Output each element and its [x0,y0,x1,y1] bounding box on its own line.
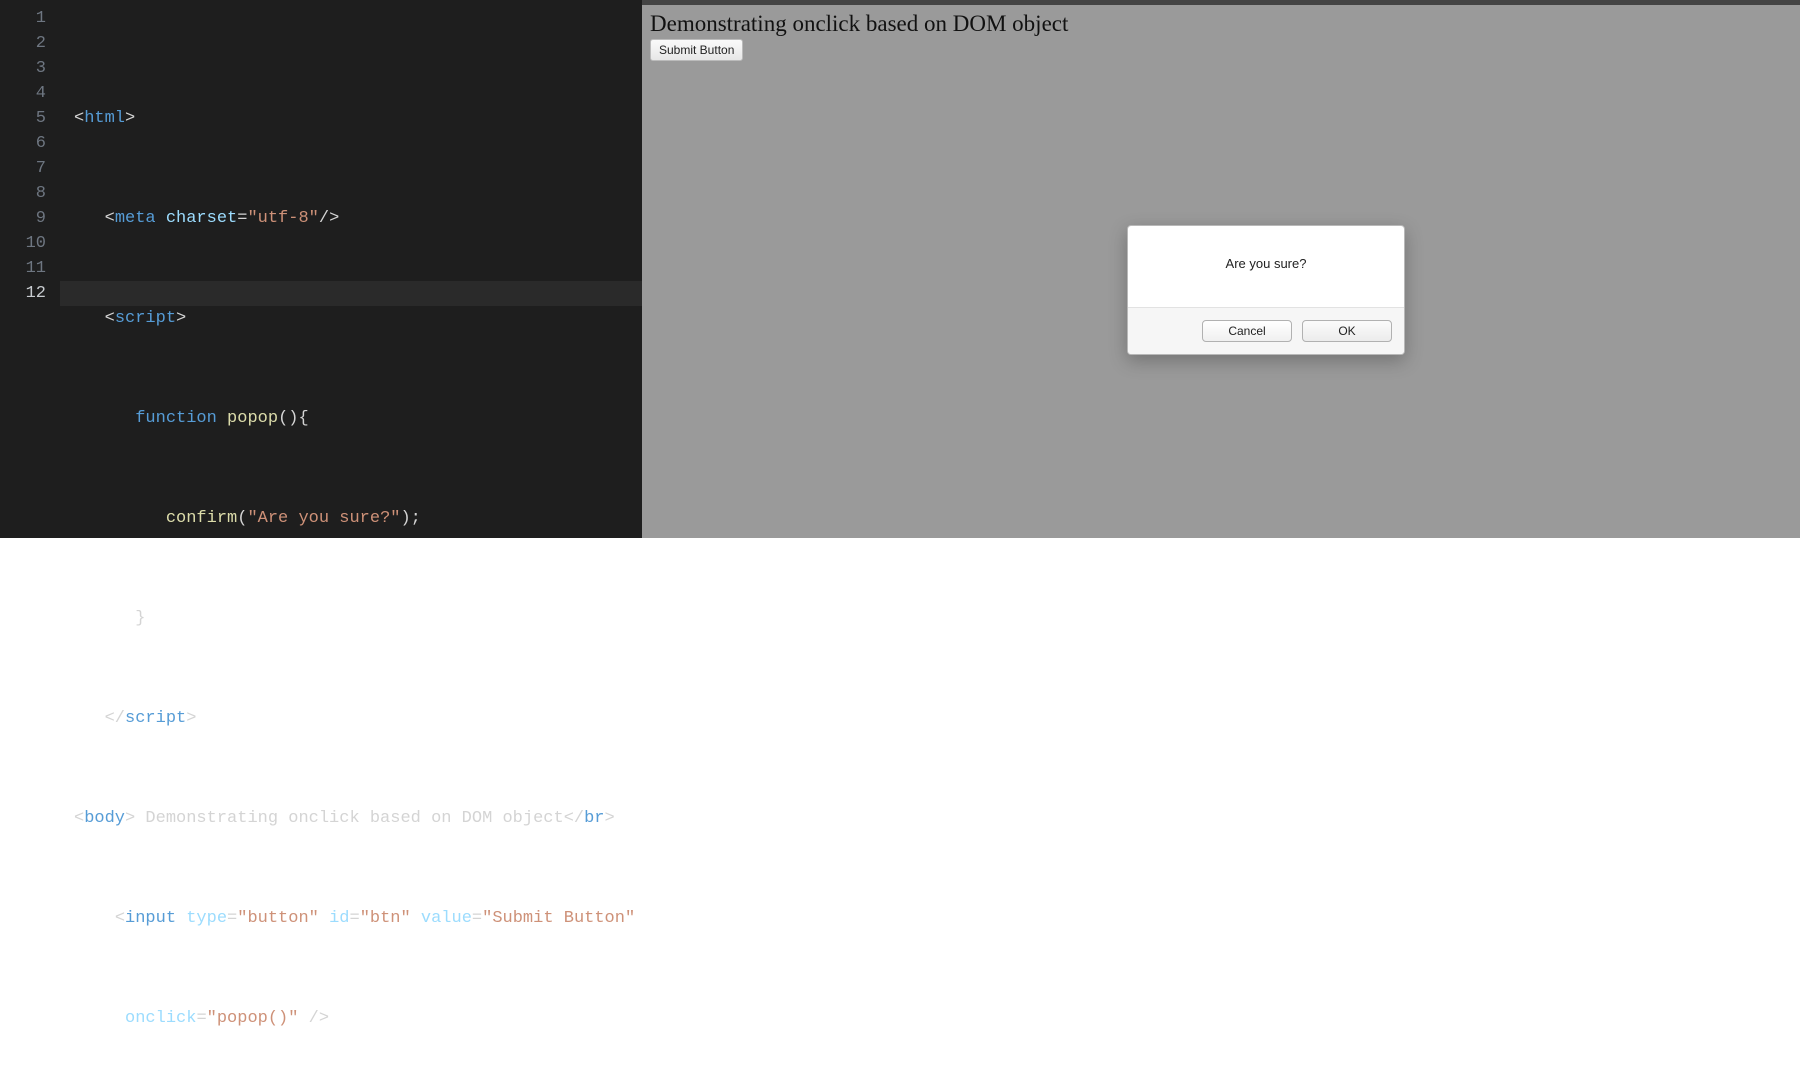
code-line: <html> [74,106,642,131]
line-number: 4 [0,81,46,106]
rendered-page: Demonstrating onclick based on DOM objec… [642,5,1800,67]
line-number: 12 [0,281,46,306]
line-number: 1 [0,6,46,31]
dialog-button-row: Cancel OK [1128,307,1404,354]
page-heading: Demonstrating onclick based on DOM objec… [650,11,1792,37]
line-number: 8 [0,181,46,206]
cancel-button[interactable]: Cancel [1202,320,1292,342]
submit-button[interactable]: Submit Button [650,39,743,61]
line-number: 9 [0,206,46,231]
line-number: 7 [0,156,46,181]
code-line: } [74,606,642,631]
code-line: <input type="button" id="btn" value="Sub… [74,906,642,931]
code-line: function popop(){ [74,406,642,431]
ok-button[interactable]: OK [1302,320,1392,342]
code-area[interactable]: <html> <meta charset="utf-8"/> <script> … [60,6,642,538]
confirm-dialog: Are you sure? Cancel OK [1127,225,1405,355]
code-line: <script> [74,306,642,331]
dialog-message: Are you sure? [1128,226,1404,307]
line-number: 3 [0,56,46,81]
code-line: <body> Demonstrating onclick based on DO… [74,806,642,831]
code-line: confirm("Are you sure?"); [74,506,642,531]
browser-preview-pane: Demonstrating onclick based on DOM objec… [642,0,1800,538]
code-line: </script> [74,706,642,731]
code-line: onclick="popop()" /> [74,1006,642,1031]
line-number-gutter: 1 2 3 4 5 6 7 8 9 10 11 12 [0,6,60,538]
line-number: 10 [0,231,46,256]
code-line: <meta charset="utf-8"/> [74,206,642,231]
code-editor-pane: 1 2 3 4 5 6 7 8 9 10 11 12 <html> <meta … [0,0,642,538]
line-number: 6 [0,131,46,156]
line-number: 5 [0,106,46,131]
line-number: 2 [0,31,46,56]
current-line-highlight [60,281,642,306]
line-number: 11 [0,256,46,281]
